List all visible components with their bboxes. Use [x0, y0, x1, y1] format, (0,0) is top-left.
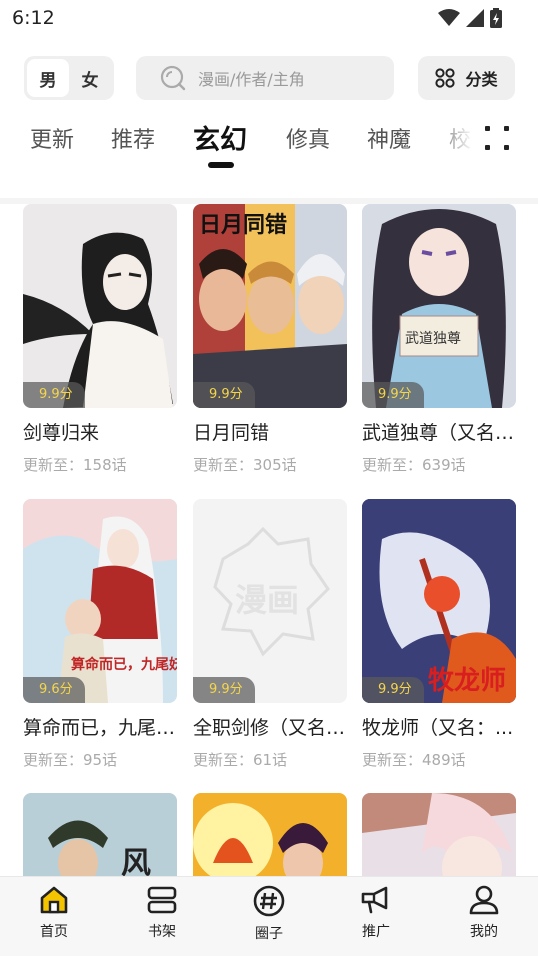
comic-card[interactable]: 武道独尊 9.9分 武道独尊（又名：... 更新至：639话: [362, 204, 516, 484]
grid-icon: [435, 68, 456, 88]
comic-title: 算命而已，九尾妖帝...: [23, 717, 177, 739]
score-badge: 9.9分: [362, 382, 424, 408]
comic-update: 更新至：61话: [193, 751, 288, 769]
cover-title-text: 武道独尊: [405, 330, 461, 347]
comic-update: 更新至：95话: [23, 751, 118, 769]
gender-female-option[interactable]: 女: [69, 59, 111, 97]
comic-card[interactable]: 牧龙师 9.9分 牧龙师（又名：... 更新至：489话: [362, 499, 516, 779]
cover-placeholder-text: 漫画: [235, 581, 299, 619]
status-icons: [438, 8, 502, 28]
tab-update[interactable]: 更新: [30, 122, 74, 154]
category-label: 分类: [465, 70, 498, 89]
nav-community-label: 圈子: [255, 926, 283, 942]
nav-promote[interactable]: 推广: [336, 885, 416, 941]
comic-update: 更新至：305话: [193, 456, 297, 474]
comic-cover: [362, 793, 516, 876]
gender-male-option[interactable]: 男: [27, 59, 69, 97]
comic-card[interactable]: [362, 793, 516, 876]
nav-profile[interactable]: 我的: [444, 885, 524, 941]
hashtag-icon: [253, 885, 285, 917]
category-button[interactable]: 分类: [418, 56, 515, 100]
comic-title: 日月同错: [193, 422, 270, 444]
nav-bookshelf[interactable]: 书架: [122, 885, 202, 941]
comic-cover: 漫画 9.9分: [193, 499, 347, 703]
nav-community[interactable]: 圈子: [229, 885, 309, 943]
tab-shenmo[interactable]: 神魔: [367, 122, 411, 154]
comic-cover: 牧龙师 9.9分: [362, 499, 516, 703]
comic-title: 牧龙师（又名：...: [362, 717, 514, 739]
comic-grid: 9.9分 剑尊归来 更新至：158话 日月同错 9.9分 日月同错 更新至：30…: [0, 204, 538, 876]
score-badge: 9.9分: [23, 382, 85, 408]
score-badge: 9.6分: [23, 677, 85, 703]
nav-home[interactable]: 首页: [14, 885, 94, 941]
home-icon: [40, 886, 68, 914]
comic-cover: 9.9分: [23, 204, 177, 408]
comic-update: 更新至：489话: [362, 751, 466, 769]
comic-update: 更新至：639话: [362, 456, 466, 474]
comic-cover: 日月同错 9.9分: [193, 204, 347, 408]
cover-title-text: 算命而已，九尾妖帝: [71, 656, 177, 673]
comic-cover: 武道独尊 9.9分: [362, 204, 516, 408]
tab-xuanhuan[interactable]: 玄幻: [193, 118, 247, 157]
cover-title-text: 牧龙师: [428, 666, 506, 696]
search-icon: [160, 65, 186, 91]
search-input[interactable]: 漫画/作者/主角: [136, 56, 394, 100]
comic-title: 全职剑修（又名：...: [193, 717, 347, 739]
cover-title-text: 日月同错: [199, 212, 287, 238]
bottom-navigation: 首页 书架 圈子 推广 我的: [0, 876, 538, 956]
more-tabs-icon[interactable]: [484, 125, 510, 151]
active-tab-indicator: [208, 162, 234, 168]
comic-card[interactable]: 漫画 9.9分 全职剑修（又名：... 更新至：61话: [193, 499, 347, 779]
signal-icon: [466, 9, 484, 27]
nav-promote-label: 推广: [362, 924, 390, 940]
tab-recommend[interactable]: 推荐: [111, 122, 155, 154]
comic-cover: [193, 793, 347, 876]
comic-update: 更新至：158话: [23, 456, 127, 474]
comic-card[interactable]: 风: [23, 793, 177, 876]
nav-bookshelf-label: 书架: [148, 924, 176, 940]
comic-card[interactable]: 算命而已，九尾妖帝 9.6分 算命而已，九尾妖帝... 更新至：95话: [23, 499, 177, 779]
status-time: 6:12: [12, 7, 55, 29]
score-badge: 9.9分: [193, 382, 255, 408]
comic-card[interactable]: 9.9分 剑尊归来 更新至：158话: [23, 204, 177, 484]
bookshelf-icon: [147, 886, 177, 914]
comic-title: 剑尊归来: [23, 422, 100, 444]
score-badge: 9.9分: [193, 677, 255, 703]
score-badge: 9.9分: [362, 677, 424, 703]
wifi-icon: [438, 9, 460, 26]
search-placeholder: 漫画/作者/主角: [198, 70, 305, 89]
megaphone-icon: [361, 886, 388, 914]
comic-card[interactable]: [193, 793, 347, 876]
tab-xiuzhen[interactable]: 修真: [286, 122, 330, 154]
gender-toggle: 男 女: [24, 56, 114, 100]
comic-title: 武道独尊（又名：...: [362, 422, 516, 444]
comic-cover: 风: [23, 793, 177, 876]
battery-icon: [490, 8, 502, 28]
nav-home-label: 首页: [40, 924, 68, 940]
comic-card[interactable]: 日月同错 9.9分 日月同错 更新至：305话: [193, 204, 347, 484]
user-icon: [469, 885, 499, 915]
nav-profile-label: 我的: [470, 924, 498, 940]
cover-title-text: 风: [121, 846, 151, 876]
status-bar: 6:12: [0, 0, 538, 36]
comic-cover: 算命而已，九尾妖帝 9.6分: [23, 499, 177, 703]
